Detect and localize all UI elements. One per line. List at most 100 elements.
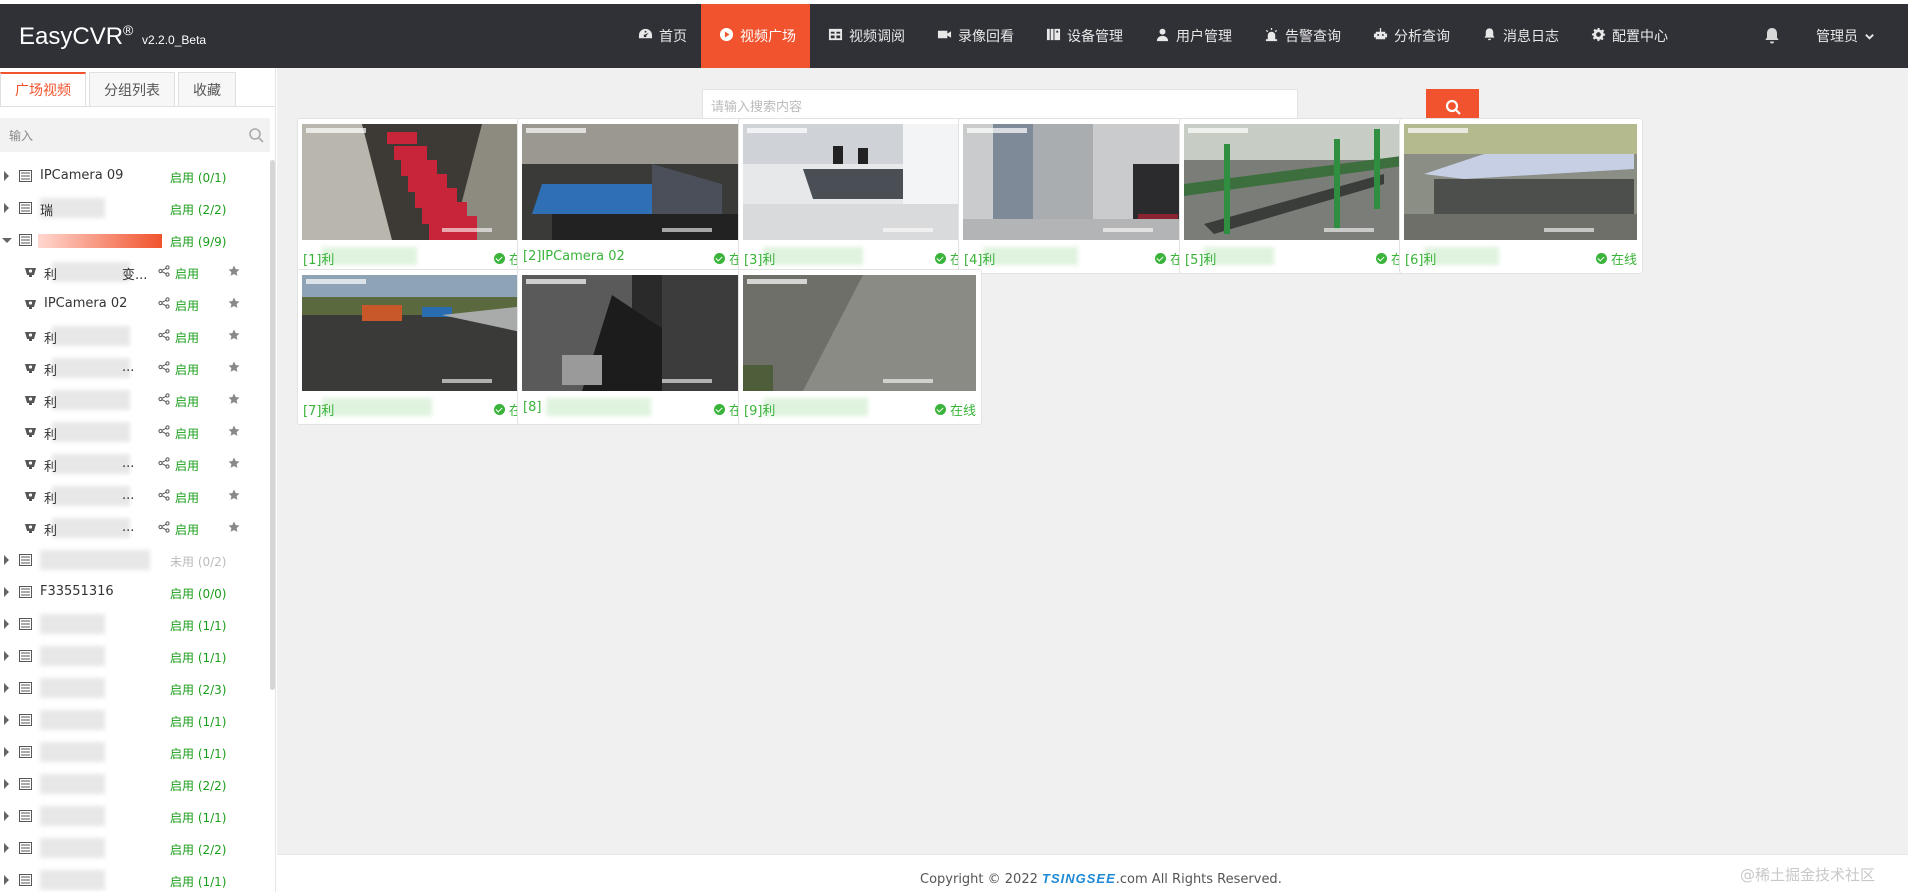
camera-card[interactable]: [8]在线 bbox=[517, 269, 761, 425]
camera-thumbnail[interactable] bbox=[522, 275, 755, 391]
tree-device-row[interactable]: F33551316 启用 (0/0) bbox=[0, 576, 270, 608]
tree-camera-row[interactable]: 利... 启用 bbox=[0, 480, 270, 512]
tree-device-row[interactable]: 启用 (9/9) bbox=[0, 224, 270, 256]
tree-device-row[interactable]: 启用 (1/1) bbox=[0, 864, 270, 892]
share-icon[interactable] bbox=[158, 457, 170, 469]
nav-item-2[interactable]: 视频广场 bbox=[701, 4, 810, 68]
star-icon[interactable] bbox=[228, 457, 240, 469]
sidebar-scrollbar[interactable] bbox=[270, 160, 275, 690]
brand-logo[interactable]: EasyCVR® v2.2.0_Beta bbox=[19, 22, 206, 51]
star-icon[interactable] bbox=[228, 265, 240, 277]
share-icon[interactable] bbox=[158, 265, 170, 277]
tree-device-row[interactable]: 瑞 启用 (2/2) bbox=[0, 192, 270, 224]
tree-device-row[interactable]: 启用 (1/1) bbox=[0, 704, 270, 736]
share-icon[interactable] bbox=[158, 521, 170, 533]
tree-camera-row[interactable]: IPCamera 02 启用 bbox=[0, 288, 270, 320]
caret-right-icon[interactable] bbox=[4, 171, 9, 181]
tree-camera-row[interactable]: 利 启用 bbox=[0, 320, 270, 352]
tree-device-row[interactable]: 启用 (1/1) bbox=[0, 608, 270, 640]
search-input[interactable] bbox=[711, 99, 1231, 115]
camera-card[interactable]: [5]利在线 bbox=[1179, 118, 1423, 274]
brand-name: EasyCVR bbox=[19, 23, 124, 50]
tree-camera-row[interactable]: 利... 启用 bbox=[0, 512, 270, 544]
caret-right-icon[interactable] bbox=[4, 203, 9, 213]
tree-camera-row[interactable]: 利... 启用 bbox=[0, 448, 270, 480]
tree-device-row[interactable]: 启用 (2/2) bbox=[0, 832, 270, 864]
tree-device-status: 启用 (9/9) bbox=[170, 235, 227, 249]
tree-camera-row[interactable]: 利... 启用 bbox=[0, 352, 270, 384]
user-menu[interactable]: 管理员 bbox=[1816, 26, 1875, 46]
camera-thumbnail[interactable] bbox=[522, 124, 755, 240]
caret-right-icon[interactable] bbox=[4, 747, 9, 757]
tree-camera-row[interactable]: 利 变... 启用 bbox=[0, 256, 270, 288]
share-icon[interactable] bbox=[158, 361, 170, 373]
caret-right-icon[interactable] bbox=[4, 555, 9, 565]
caret-right-icon[interactable] bbox=[4, 651, 9, 661]
sidebar-tab-2[interactable]: 分组列表 bbox=[89, 72, 175, 106]
share-icon[interactable] bbox=[158, 297, 170, 309]
camera-thumbnail[interactable] bbox=[1404, 124, 1637, 240]
nav-item-4[interactable]: 录像回看 bbox=[919, 4, 1028, 68]
sidebar-search-input[interactable]: 输入 bbox=[0, 118, 270, 152]
tree-camera-row[interactable]: 利 启用 bbox=[0, 384, 270, 416]
camera-card[interactable]: [3]利在线 bbox=[738, 118, 982, 274]
nav-item-6[interactable]: 用户管理 bbox=[1137, 4, 1246, 68]
nav-item-8[interactable]: 分析查询 bbox=[1355, 4, 1464, 68]
redacted-name bbox=[40, 774, 105, 794]
tree-device-row[interactable]: 未用 (0/2) bbox=[0, 544, 270, 576]
nav-item-7[interactable]: 告警查询 bbox=[1246, 4, 1355, 68]
star-icon[interactable] bbox=[228, 521, 240, 533]
share-icon[interactable] bbox=[158, 329, 170, 341]
nav-item-1[interactable]: 首页 bbox=[620, 4, 701, 68]
star-icon[interactable] bbox=[228, 489, 240, 501]
tree-device-row[interactable]: 启用 (1/1) bbox=[0, 800, 270, 832]
camera-card[interactable]: [4]利在线 bbox=[958, 118, 1202, 274]
nav-item-3[interactable]: 视频调阅 bbox=[810, 4, 919, 68]
caret-right-icon[interactable] bbox=[4, 875, 9, 885]
tree-camera-status: 启用 bbox=[175, 363, 200, 377]
share-icon[interactable] bbox=[158, 425, 170, 437]
camera-thumbnail[interactable] bbox=[302, 275, 535, 391]
caret-right-icon[interactable] bbox=[4, 619, 9, 629]
caret-down-icon[interactable] bbox=[2, 238, 12, 243]
tree-device-row[interactable]: 启用 (1/1) bbox=[0, 640, 270, 672]
star-icon[interactable] bbox=[228, 329, 240, 341]
share-icon[interactable] bbox=[158, 489, 170, 501]
notification-bell-icon[interactable] bbox=[1762, 26, 1782, 46]
star-icon[interactable] bbox=[228, 425, 240, 437]
copyright-brand[interactable]: TSINGSEE bbox=[1042, 871, 1116, 886]
share-icon[interactable] bbox=[158, 393, 170, 405]
tree-device-row[interactable]: 启用 (2/3) bbox=[0, 672, 270, 704]
caret-right-icon[interactable] bbox=[4, 587, 9, 597]
camera-card[interactable]: [1]利在线 bbox=[297, 118, 541, 274]
caret-right-icon[interactable] bbox=[4, 843, 9, 853]
star-icon[interactable] bbox=[228, 297, 240, 309]
camera-thumbnail[interactable] bbox=[963, 124, 1196, 240]
camera-card[interactable]: [7]利在线 bbox=[297, 269, 541, 425]
sidebar-tab-1[interactable]: 广场视频 bbox=[0, 72, 86, 106]
tree-device-status: 启用 (1/1) bbox=[170, 619, 227, 633]
device-icon bbox=[19, 618, 32, 630]
caret-right-icon[interactable] bbox=[4, 779, 9, 789]
caret-right-icon[interactable] bbox=[4, 811, 9, 821]
star-icon[interactable] bbox=[228, 361, 240, 373]
tree-device-row[interactable]: IPCamera 09 启用 (0/1) bbox=[0, 160, 270, 192]
nav-item-10[interactable]: 配置中心 bbox=[1573, 4, 1682, 68]
camera-thumbnail[interactable] bbox=[302, 124, 535, 240]
tree-device-row[interactable]: 启用 (2/2) bbox=[0, 768, 270, 800]
camera-thumbnail[interactable] bbox=[743, 124, 976, 240]
camera-card[interactable]: [9]利 在线 bbox=[738, 269, 982, 425]
nav-item-5[interactable]: 设备管理 bbox=[1028, 4, 1137, 68]
camera-thumbnail[interactable] bbox=[743, 275, 976, 391]
search-icon[interactable] bbox=[248, 127, 264, 143]
camera-card[interactable]: [6]利 在线 bbox=[1399, 118, 1643, 274]
nav-item-9[interactable]: 消息日志 bbox=[1464, 4, 1573, 68]
caret-right-icon[interactable] bbox=[4, 683, 9, 693]
caret-right-icon[interactable] bbox=[4, 715, 9, 725]
tree-device-row[interactable]: 启用 (1/1) bbox=[0, 736, 270, 768]
star-icon[interactable] bbox=[228, 393, 240, 405]
camera-thumbnail[interactable] bbox=[1184, 124, 1417, 240]
tree-camera-row[interactable]: 利 启用 bbox=[0, 416, 270, 448]
camera-card[interactable]: [2]IPCamera 02在线 bbox=[517, 118, 761, 274]
sidebar-tab-3[interactable]: 收藏 bbox=[178, 72, 236, 106]
